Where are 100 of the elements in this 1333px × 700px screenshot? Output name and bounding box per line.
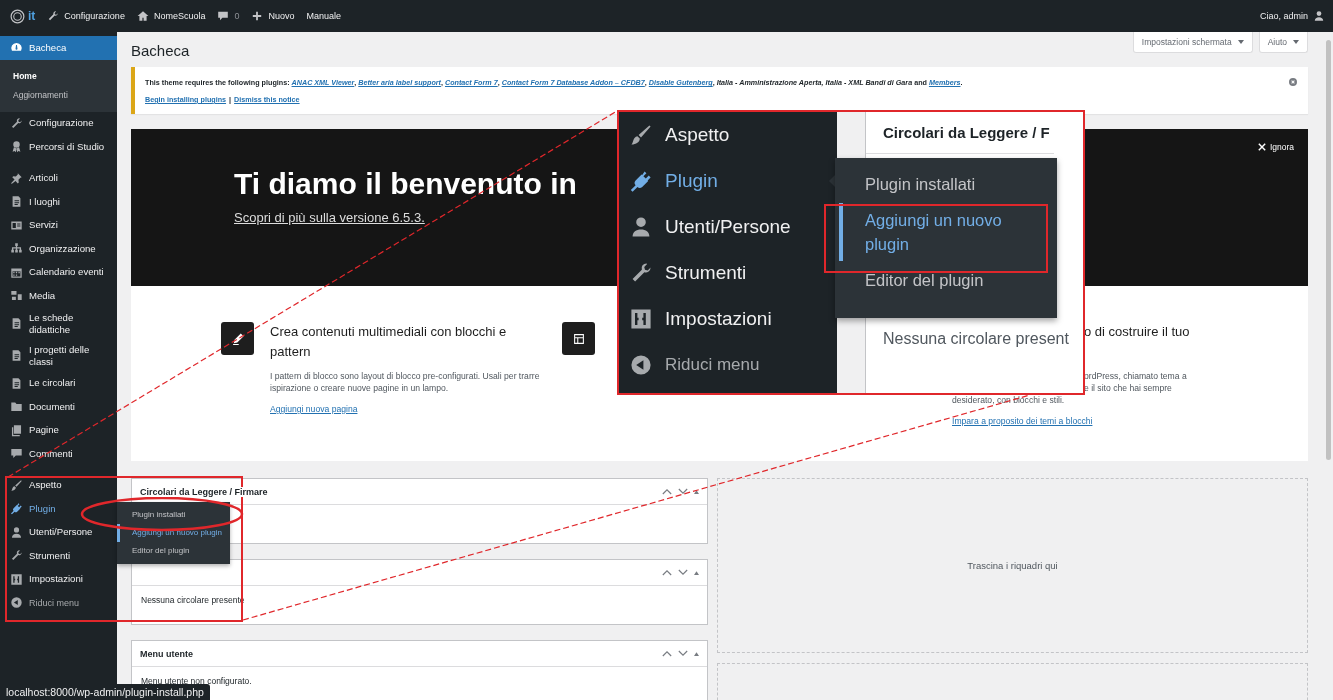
layout-icon bbox=[571, 331, 586, 346]
sidebar-item[interactable]: Le circolari bbox=[0, 371, 117, 395]
sidebar-item[interactable]: Pagine bbox=[0, 418, 117, 442]
media-icon bbox=[10, 289, 23, 303]
person-icon bbox=[1313, 10, 1325, 22]
sidebar-item[interactable]: I progetti delle classi bbox=[0, 339, 117, 372]
toolbar-link[interactable]: Configurazione bbox=[64, 11, 125, 21]
comment-icon bbox=[10, 447, 23, 461]
document-icon bbox=[10, 317, 23, 330]
feature-text: ordPress, chiamato tema a bbox=[1084, 370, 1188, 382]
close-icon bbox=[1257, 143, 1266, 151]
toolbar-link[interactable]: Nuovo bbox=[268, 11, 295, 21]
person-icon bbox=[10, 525, 23, 539]
sidebar-item[interactable]: Calendario eventi bbox=[0, 260, 117, 284]
wrench-icon bbox=[10, 549, 23, 563]
sidebar-item[interactable]: Impostazioni bbox=[619, 296, 837, 342]
sliders-icon bbox=[629, 307, 653, 331]
sidebar-item[interactable]: Aspetto bbox=[0, 473, 117, 497]
wrench-icon bbox=[10, 116, 23, 130]
drop-zone-text: Trascina i riquadri qui bbox=[967, 560, 1058, 571]
dropdown-button[interactable]: Aiuto bbox=[1258, 32, 1308, 53]
chevron-down-icon[interactable] bbox=[678, 569, 688, 576]
welcome-title: Ti diamo il benvenuto in bbox=[234, 167, 577, 201]
feature-title: Crea contenuti multimediali con blocchi e pattern bbox=[270, 323, 508, 361]
plug-icon bbox=[629, 169, 653, 193]
submenu-item[interactable]: Aggiornamenti bbox=[0, 85, 117, 105]
widget-text: Nessuna circolare present bbox=[883, 330, 1069, 348]
plus-icon bbox=[251, 10, 264, 22]
sidebar-item[interactable]: Utenti/Persone bbox=[0, 520, 117, 544]
page-title: Bacheca bbox=[131, 42, 190, 59]
chevron-down-icon[interactable] bbox=[678, 650, 688, 657]
sidebar-item[interactable]: Utenti/Persone bbox=[619, 204, 837, 250]
sidebar-item[interactable]: Commenti bbox=[0, 442, 117, 466]
toolbar-link[interactable]: NomeScuola bbox=[153, 11, 206, 21]
sidebar-item[interactable]: Documenti bbox=[0, 395, 117, 419]
widget-title: Circolari da Leggere / Firmare bbox=[140, 486, 268, 497]
toolbar-link[interactable]: 0 bbox=[234, 11, 240, 21]
sidebar-item[interactable]: Strumenti bbox=[619, 250, 837, 296]
brush-icon bbox=[629, 123, 653, 147]
sliders-icon bbox=[10, 572, 23, 586]
sidebar-item[interactable]: Aspetto bbox=[619, 112, 837, 158]
award-icon bbox=[10, 140, 23, 154]
document-icon bbox=[10, 376, 23, 390]
version-link[interactable]: Scopri di più sulla versione 6.5.3. bbox=[234, 210, 425, 225]
logo-icon[interactable] bbox=[10, 8, 25, 24]
sidebar-item[interactable]: Configurazione bbox=[0, 111, 117, 135]
close-icon[interactable] bbox=[1288, 77, 1298, 87]
chevron-up-icon[interactable] bbox=[662, 569, 672, 576]
logo-text[interactable]: it bbox=[28, 9, 36, 23]
widget-title: Circolari da Leggere / F bbox=[866, 112, 1054, 154]
comment-icon bbox=[217, 10, 230, 22]
folder-icon bbox=[10, 400, 23, 414]
caret-icon bbox=[1237, 40, 1244, 44]
feature-title: o di costruire il tuo bbox=[1084, 323, 1191, 341]
submenu-item[interactable]: Home bbox=[0, 66, 117, 86]
flyout-item[interactable]: Plugin installati bbox=[117, 506, 230, 524]
widget-text: Menu utente non configurato. bbox=[141, 676, 252, 686]
sidebar-item[interactable]: Media bbox=[0, 284, 117, 308]
widget-title: Menu utente bbox=[140, 648, 193, 659]
chevron-up-icon[interactable] bbox=[662, 488, 672, 495]
pin-icon bbox=[10, 171, 23, 185]
caret-icon bbox=[1293, 40, 1299, 44]
flyout-item[interactable]: Editor del plugin bbox=[839, 263, 1057, 297]
sidebar-item[interactable]: Strumenti bbox=[0, 544, 117, 568]
sidebar-item[interactable]: Impostazioni bbox=[0, 567, 117, 591]
triangle-icon[interactable] bbox=[694, 651, 699, 656]
plug-icon bbox=[10, 502, 23, 516]
toolbar-link[interactable]: Manuale bbox=[306, 11, 341, 21]
sidebar-item[interactable]: Riduci menu bbox=[619, 342, 837, 388]
feature-text: I pattern di blocco sono layout di blocco pre-configurati. Usali per trarre ispirazione o creare nuove pagine in un lampo. bbox=[270, 370, 540, 394]
feature-link[interactable]: Aggiungi nuova pagina bbox=[270, 404, 358, 414]
dropdown-button[interactable]: Impostazioni schermata bbox=[1132, 32, 1253, 53]
triangle-icon[interactable] bbox=[694, 489, 699, 494]
document-icon bbox=[10, 349, 23, 362]
chevron-up-icon[interactable] bbox=[662, 650, 672, 657]
sidebar-item[interactable]: Servizi bbox=[0, 213, 117, 237]
sidebar-item[interactable]: Plugin bbox=[0, 497, 117, 521]
document-icon bbox=[10, 195, 23, 209]
sidebar-item[interactable]: Organizzazione bbox=[0, 237, 117, 261]
flyout-item[interactable]: Aggiungi un nuovo plugin bbox=[839, 203, 1057, 261]
brush-icon bbox=[10, 478, 23, 492]
sidebar-item[interactable]: Percorsi di Studio bbox=[0, 135, 117, 159]
collapse-icon bbox=[629, 353, 653, 377]
triangle-icon[interactable] bbox=[694, 570, 699, 575]
sidebar-item[interactable]: Bacheca bbox=[0, 36, 117, 60]
dismiss-button[interactable]: Ignora bbox=[1257, 142, 1294, 152]
account-link[interactable]: Ciao, admin bbox=[1259, 11, 1308, 21]
sidebar-item[interactable]: Riduci menu bbox=[0, 591, 117, 615]
pages-icon bbox=[10, 423, 23, 437]
feature-text: desiderato, con blocchi e stili. bbox=[952, 394, 1066, 406]
chevron-down-icon[interactable] bbox=[678, 488, 688, 495]
home-icon bbox=[136, 10, 149, 22]
flyout-item[interactable]: Plugin installati bbox=[839, 167, 1057, 201]
sidebar-item[interactable]: I luoghi bbox=[0, 190, 117, 214]
sidebar-item[interactable]: Le schede didattiche bbox=[0, 307, 117, 340]
feature-link[interactable]: Impara a proposito dei temi a blocchi bbox=[952, 416, 1093, 426]
flyout-item[interactable]: Editor del plugin bbox=[117, 542, 230, 560]
collapse-icon bbox=[10, 596, 23, 610]
pen-icon bbox=[230, 331, 245, 346]
sidebar-item[interactable]: Articoli bbox=[0, 166, 117, 190]
